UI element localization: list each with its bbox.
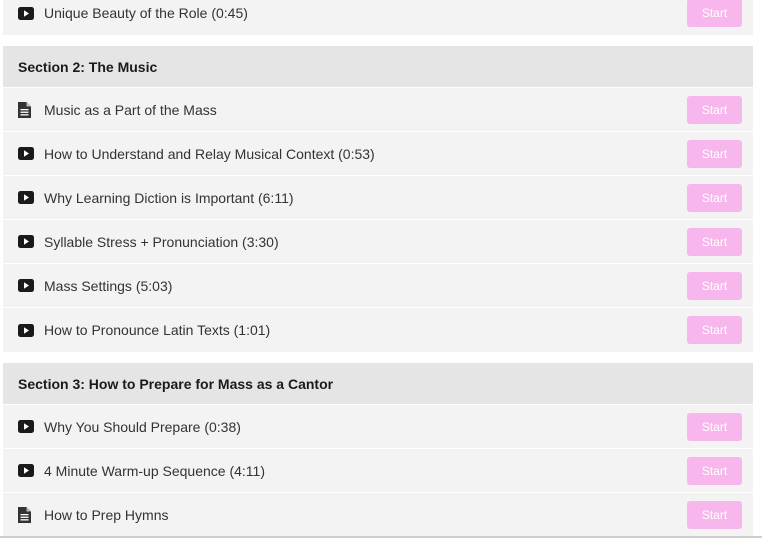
lecture-title: How to Pronounce Latin Texts (1:01) [44, 322, 271, 338]
start-button[interactable]: Start [687, 183, 742, 212]
curriculum-list: Unique Beauty of the Role (0:45) Start Sec… [3, 0, 753, 538]
start-button[interactable]: Start [687, 456, 742, 485]
lecture-title: Mass Settings (5:03) [44, 277, 173, 294]
lecture-title: How to Understand and Relay Musical Cont… [44, 145, 375, 162]
lecture-title: 4 Minute Warm-up Sequence (4:11) [44, 462, 265, 479]
lecture-item[interactable]: How to Pronounce Latin Texts (1:01) Start [3, 308, 753, 352]
lecture-item[interactable]: Mass Settings (5:03) Start [3, 264, 753, 308]
lecture-item[interactable]: Unique Beauty of the Role (0:45) Start [3, 0, 753, 35]
video-play-icon [18, 420, 40, 433]
course-curriculum-viewport: Unique Beauty of the Role (0:45) Start Sec… [0, 0, 762, 538]
section-title: Section 3: How to Prepare for Mass as a … [3, 363, 753, 405]
course-section: Section 3: How to Prepare for Mass as a … [3, 363, 753, 537]
video-play-icon [18, 235, 40, 248]
lecture-title: Syllable Stress + Pronunciation (3:30) [44, 233, 279, 250]
lecture-item[interactable]: How to Understand and Relay Musical Cont… [3, 132, 753, 176]
lecture-title: Why Learning Diction is Important (6:11) [44, 189, 294, 206]
video-play-icon [18, 279, 40, 292]
video-play-icon [18, 147, 40, 160]
video-play-icon [18, 6, 40, 20]
lecture-title: Music as a Part of the Mass [44, 101, 217, 118]
start-button[interactable]: Start [687, 316, 742, 344]
start-button[interactable]: Start [687, 0, 742, 27]
lecture-item[interactable]: 4 Minute Warm-up Sequence (4:11) Start [3, 449, 753, 493]
lecture-title: Why You Should Prepare (0:38) [44, 418, 241, 435]
lecture-item[interactable]: How to Prep Hymns Start [3, 493, 753, 537]
start-button[interactable]: Start [687, 139, 742, 168]
video-play-icon [18, 323, 40, 337]
lecture-item[interactable]: Why You Should Prepare (0:38) Start [3, 405, 753, 449]
lecture-item[interactable]: Music as a Part of the Mass Start [3, 88, 753, 132]
document-icon [18, 507, 40, 523]
start-button[interactable]: Start [687, 227, 742, 256]
start-button[interactable]: Start [687, 412, 742, 441]
video-play-icon [18, 464, 40, 477]
section-title: Section 2: The Music [3, 46, 753, 88]
course-section: Unique Beauty of the Role (0:45) Start [3, 0, 753, 35]
document-icon [18, 101, 40, 118]
start-button[interactable]: Start [687, 271, 742, 300]
lecture-item[interactable]: Why Learning Diction is Important (6:11)… [3, 176, 753, 220]
course-section: Section 2: The Music Music as a Part of t… [3, 46, 753, 352]
video-play-icon [18, 191, 40, 204]
lecture-item[interactable]: Syllable Stress + Pronunciation (3:30) St… [3, 220, 753, 264]
start-button[interactable]: Start [687, 95, 742, 124]
lecture-title: How to Prep Hymns [44, 507, 169, 523]
start-button[interactable]: Start [687, 501, 742, 529]
lecture-title: Unique Beauty of the Role (0:45) [44, 5, 248, 21]
